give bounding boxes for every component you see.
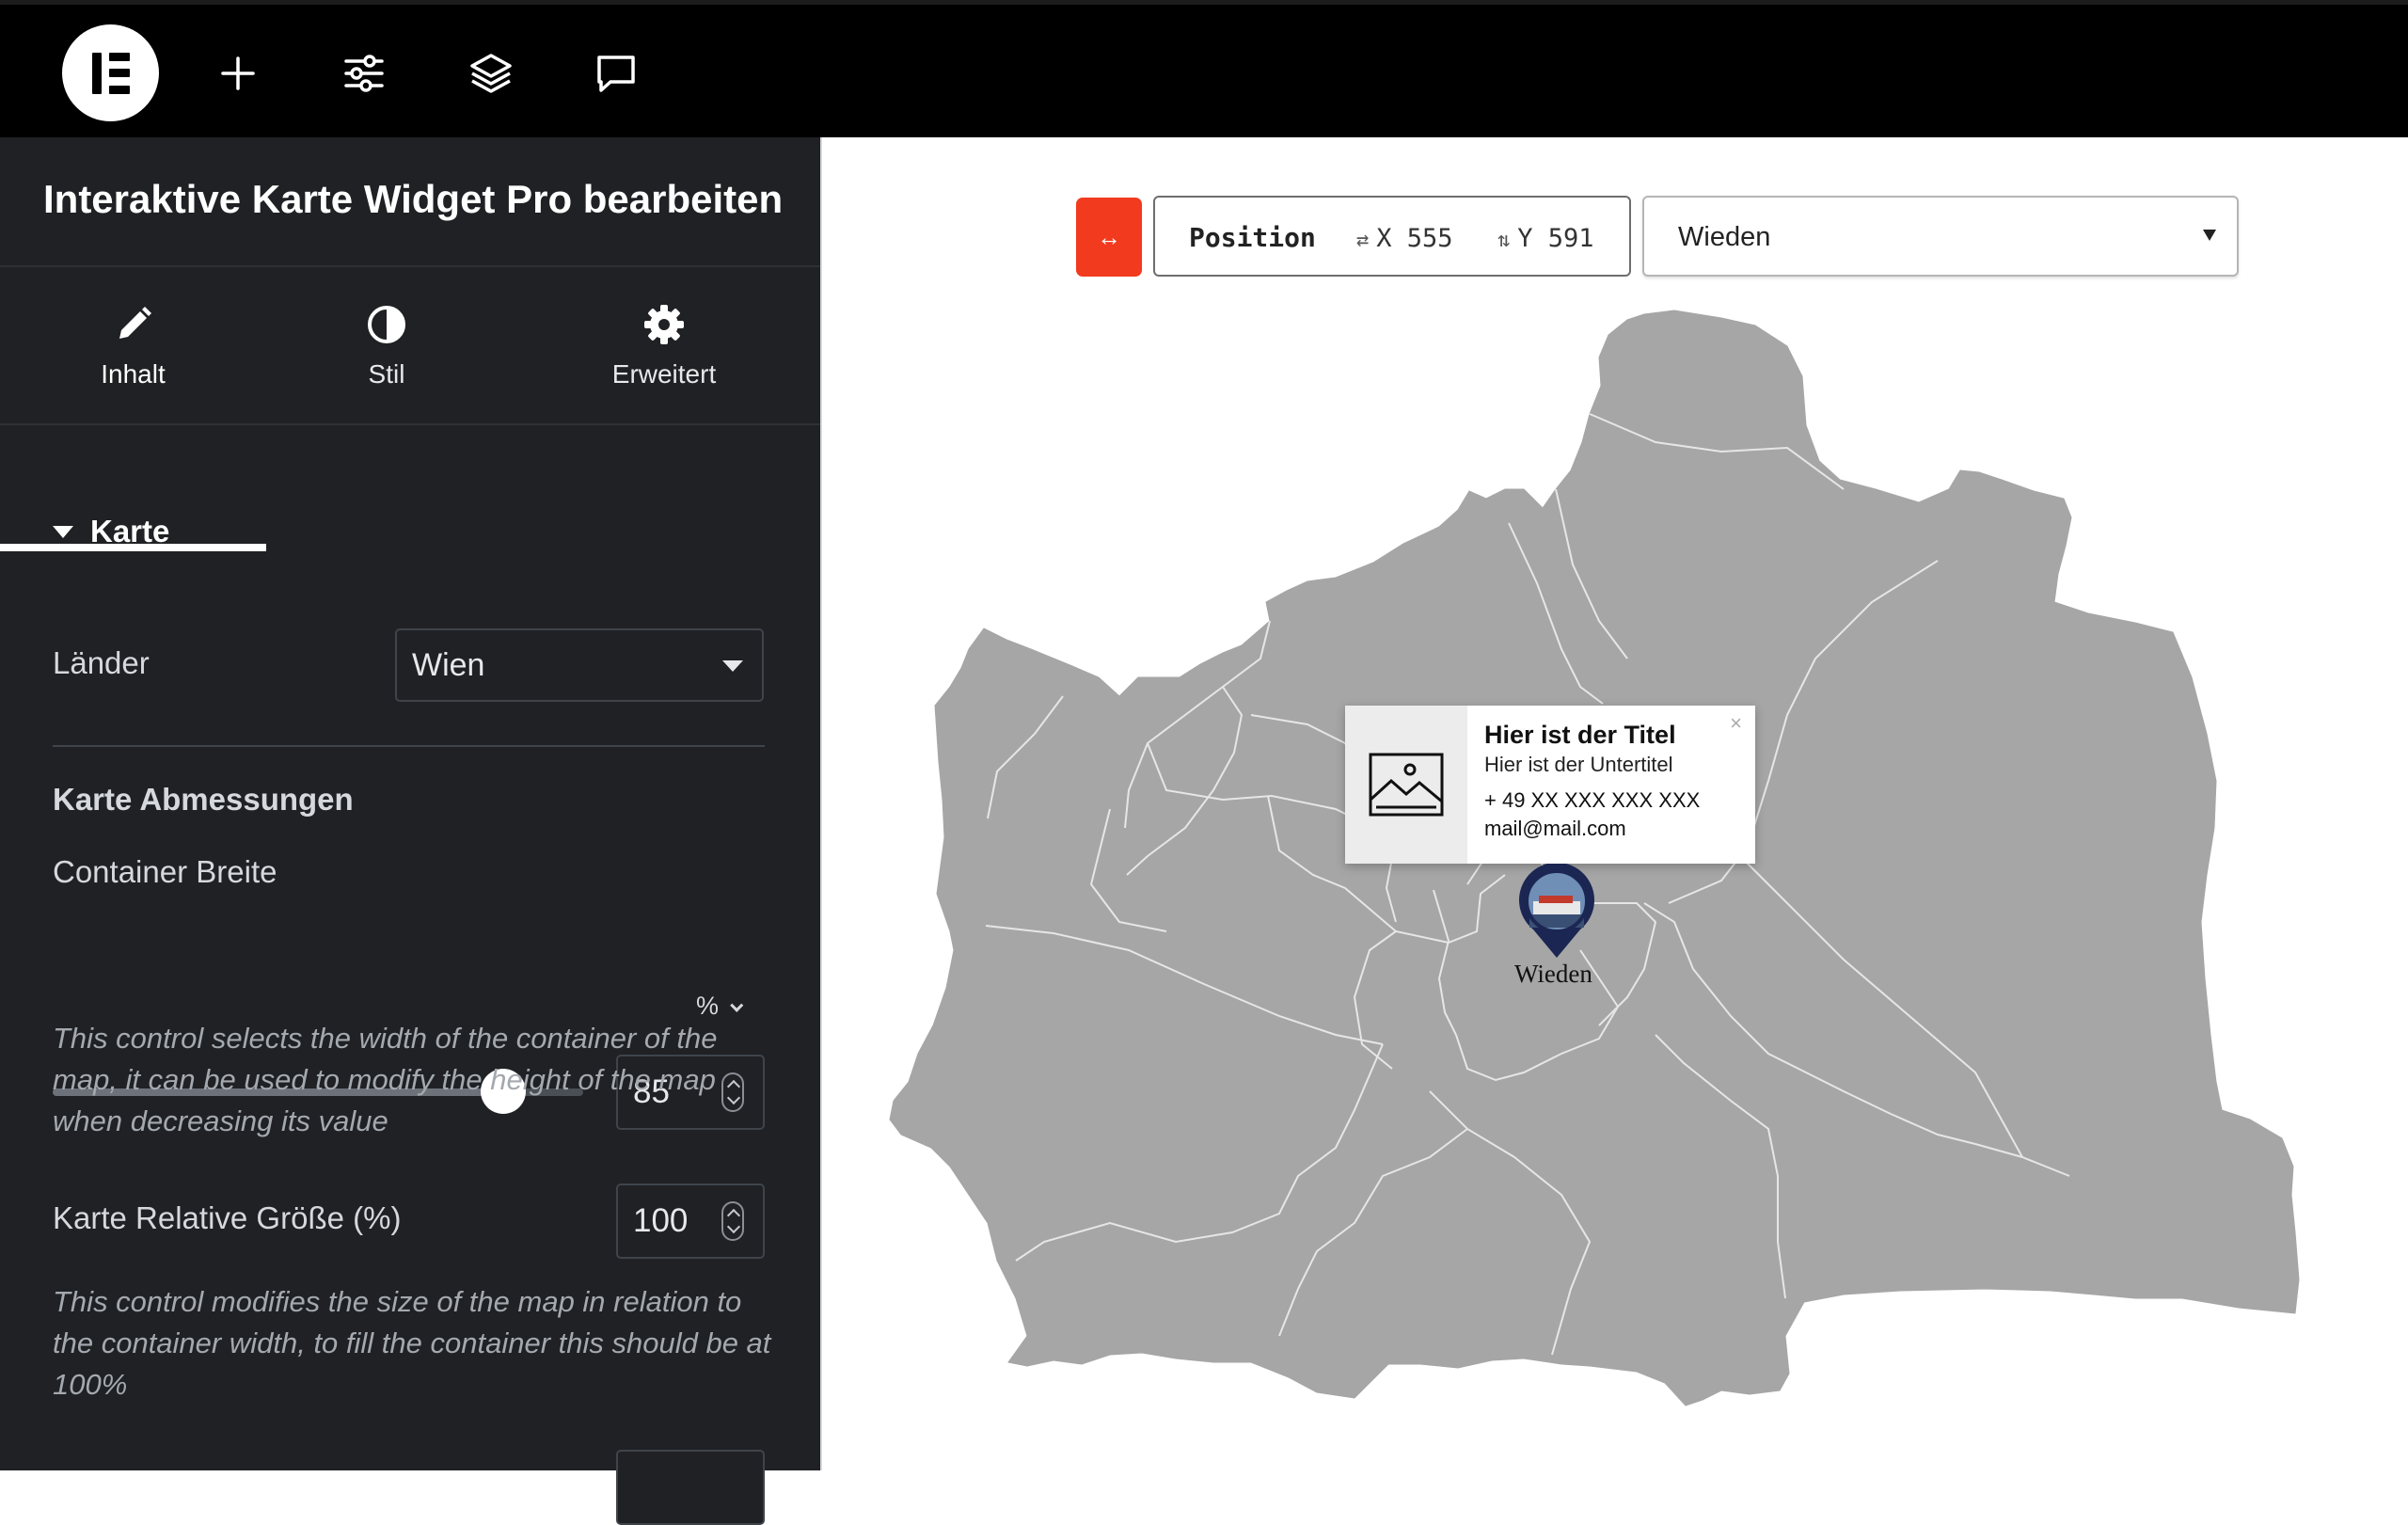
top-rule — [0, 0, 2408, 5]
contrast-icon — [368, 306, 405, 343]
tab-label: Stil — [368, 359, 405, 389]
y-value: Y 591 — [1517, 224, 1594, 253]
relative-size-input[interactable]: 100 — [616, 1183, 765, 1259]
unit-label: % — [696, 992, 720, 1020]
relative-size-help: This control modifies the size of the ma… — [53, 1285, 771, 1401]
position-toggle-button[interactable]: ↔ — [1076, 198, 1142, 277]
laender-value: Wien — [412, 647, 485, 683]
plus-icon[interactable] — [203, 39, 273, 108]
laender-select[interactable]: Wien — [395, 628, 764, 702]
tab-label: Inhalt — [101, 359, 166, 389]
chat-icon[interactable] — [581, 39, 651, 108]
popup-phone: + 49 XX XXX XXX XXX — [1484, 788, 1701, 812]
arrows-horizontal-icon: ↔ — [1097, 222, 1121, 251]
popup-subtitle: Hier ist der Untertitel — [1484, 753, 1673, 776]
dimensions-heading: Karte Abmessungen — [53, 782, 354, 817]
divider — [53, 745, 765, 747]
section-title: Karte — [90, 514, 170, 548]
tab-erweitert[interactable]: Erweitert — [564, 267, 764, 425]
region-select[interactable]: Wieden — [1642, 196, 2239, 277]
panel-title: Interaktive Karte Widget Pro bearbeiten — [43, 177, 784, 221]
editor-panel: Interaktive Karte Widget Pro bearbeiten … — [0, 137, 820, 1525]
popup-email: mail@mail.com — [1484, 817, 1626, 840]
gear-icon — [644, 305, 684, 344]
marker-label: Wieden — [1514, 960, 1592, 988]
sliders-icon[interactable] — [329, 39, 399, 108]
panel-header: Interaktive Karte Widget Pro bearbeiten — [0, 137, 820, 267]
map-marker-pin[interactable] — [1516, 864, 1597, 961]
caret-down-icon — [53, 525, 73, 538]
layers-icon[interactable] — [456, 39, 526, 108]
container-width-help: This control selects the width of the co… — [53, 1022, 718, 1137]
section-karte-toggle[interactable]: Karte — [53, 514, 169, 549]
region-select-value: Wieden — [1678, 222, 1771, 252]
popup-title: Hier ist der Titel — [1484, 721, 1676, 749]
position-label: Position — [1189, 222, 1316, 253]
swap-horizontal-icon: ⇄ — [1356, 229, 1370, 252]
next-control-input[interactable] — [616, 1450, 765, 1525]
x-coordinate: ⇄ X 555 — [1356, 224, 1453, 253]
map-info-popup: Hier ist der Titel Hier ist der Untertit… — [1345, 706, 1755, 864]
top-toolbar — [0, 0, 2408, 137]
elementor-logo-icon[interactable] — [62, 24, 159, 121]
swap-vertical-icon: ⇅ — [1497, 229, 1511, 252]
panel-tabs: Inhalt Stil Erweitert — [0, 267, 820, 551]
close-icon[interactable]: × — [1730, 711, 1742, 736]
dropdown-arrow-icon — [722, 660, 743, 672]
laender-label: Länder — [53, 645, 150, 680]
position-readout: Position ⇄ X 555 ⇅ Y 591 — [1153, 196, 1631, 277]
unit-selector[interactable]: % — [696, 992, 744, 1021]
tab-label: Erweitert — [611, 359, 717, 389]
tab-inhalt[interactable]: Inhalt — [0, 267, 266, 425]
image-placeholder-icon — [1345, 706, 1467, 864]
dropdown-arrow-icon — [2203, 230, 2216, 241]
x-value: X 555 — [1376, 224, 1453, 253]
container-width-label: Container Breite — [53, 854, 277, 889]
relative-size-label: Karte Relative Größe (%) — [53, 1200, 402, 1235]
chevron-down-icon — [730, 998, 744, 1012]
spinner-icon[interactable] — [721, 1201, 744, 1241]
y-coordinate: ⇅ Y 591 — [1497, 224, 1594, 253]
pencil-icon — [119, 307, 151, 339]
tab-stil[interactable]: Stil — [266, 267, 507, 425]
relative-size-value: 100 — [633, 1202, 689, 1239]
